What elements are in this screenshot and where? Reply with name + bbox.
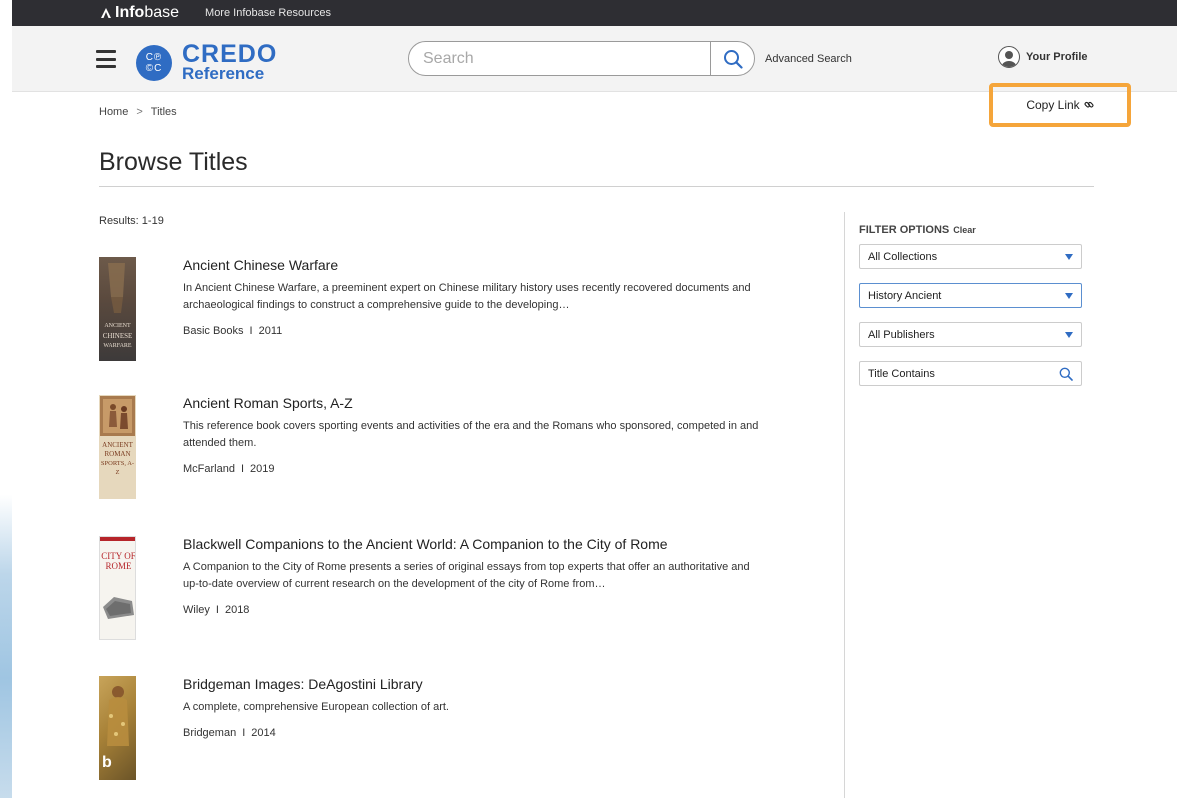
- infobase-brand-thin: base: [144, 4, 180, 21]
- item-meta: McFarland I 2019: [183, 463, 763, 475]
- dropdown-arrow-icon: [1065, 253, 1073, 260]
- filter-heading: FILTER OPTIONS Clear: [859, 224, 1082, 236]
- breadcrumb: Home > Titles: [99, 106, 177, 118]
- title-contains-input[interactable]: Title Contains: [859, 361, 1082, 386]
- item-meta: Bridgeman I 2014: [183, 727, 763, 739]
- publishers-select[interactable]: All Publishers: [859, 322, 1082, 347]
- item-title-link[interactable]: Bridgeman Images: DeAgostini Library: [183, 676, 763, 692]
- cover-text: WARFARE: [103, 343, 132, 349]
- filter-panel: FILTER OPTIONS Clear All Collections Hist…: [859, 224, 1082, 400]
- item-title-link[interactable]: Ancient Roman Sports, A-Z: [183, 395, 763, 411]
- results-count: Results: 1-19: [99, 215, 164, 227]
- credo-logo-icon: C℗ ©C: [136, 45, 172, 81]
- meta-separator: I: [242, 727, 246, 739]
- item-description: A Companion to the City of Rome presents…: [183, 561, 750, 590]
- dropdown-arrow-icon: [1065, 292, 1073, 299]
- item-publisher: McFarland: [183, 463, 235, 475]
- book-cover[interactable]: ANCIENT ROMAN SPORTS, A-Z: [99, 395, 136, 499]
- item-year: 2011: [258, 325, 283, 337]
- dropdown-arrow-icon: [1065, 331, 1073, 338]
- breadcrumb-current: Titles: [150, 106, 177, 118]
- item-description: In Ancient Chinese Warfare, a preeminent…: [183, 282, 751, 311]
- logo-line-2: Reference: [182, 64, 265, 83]
- subject-select[interactable]: History Ancient: [859, 283, 1082, 308]
- cover-text: SPORTS, A-Z: [100, 460, 135, 476]
- infobase-logo-icon: [101, 8, 111, 18]
- clear-filters-button[interactable]: Clear: [953, 225, 976, 235]
- menu-icon[interactable]: [96, 50, 116, 68]
- item-year: 2019: [250, 463, 275, 475]
- profile-button[interactable]: Your Profile: [998, 46, 1088, 68]
- infobase-topbar: Info base More Infobase Resources: [12, 0, 1177, 26]
- more-resources-link[interactable]: More Infobase Resources: [205, 7, 331, 19]
- search-box: [408, 41, 755, 76]
- infobase-logo[interactable]: Info base: [100, 4, 179, 22]
- meta-separator: I: [249, 325, 253, 337]
- book-cover[interactable]: ANCIENT CHINESE WARFARE: [99, 257, 136, 361]
- item-publisher: Wiley: [183, 604, 210, 616]
- subject-select-value: History Ancient: [868, 289, 942, 302]
- profile-label: Your Profile: [1026, 51, 1088, 63]
- infobase-brand-bold: Info: [115, 4, 145, 21]
- cover-text: CHINESE: [102, 332, 133, 340]
- cover-text: CITY OF: [101, 551, 136, 561]
- page-title: Browse Titles: [99, 148, 248, 176]
- desktop-background: [0, 0, 12, 798]
- cover-text: ROME: [105, 561, 132, 571]
- avatar-icon: [998, 46, 1020, 68]
- logo-line-1: CREDO: [182, 40, 278, 68]
- credo-logo[interactable]: C℗ ©C CREDO Reference: [136, 40, 278, 83]
- browser-page: Info base More Infobase Resources C℗ ©C CR…: [12, 0, 1177, 798]
- meta-separator: I: [215, 604, 219, 616]
- item-title-link[interactable]: Ancient Chinese Warfare: [183, 257, 763, 273]
- collections-select-value: All Collections: [868, 250, 938, 263]
- breadcrumb-home[interactable]: Home: [99, 106, 128, 118]
- item-title-link[interactable]: Blackwell Companions to the Ancient Worl…: [183, 536, 763, 552]
- collections-select[interactable]: All Collections: [859, 244, 1082, 269]
- title-divider: [99, 186, 1094, 187]
- copy-link-button[interactable]: Copy Link: [989, 83, 1131, 127]
- item-description: A complete, comprehensive European colle…: [183, 701, 449, 713]
- advanced-search-link[interactable]: Advanced Search: [765, 53, 852, 65]
- breadcrumb-separator: >: [136, 106, 143, 118]
- cover-text: b: [102, 754, 112, 771]
- book-cover[interactable]: CITY OF ROME: [99, 536, 136, 640]
- title-contains-placeholder: Title Contains: [868, 367, 935, 380]
- item-meta: Basic Books I 2011: [183, 325, 763, 337]
- sidebar-divider: [844, 212, 845, 798]
- copy-link-label: Copy Link: [1026, 98, 1080, 112]
- cover-text: ROMAN: [104, 450, 131, 458]
- publishers-select-value: All Publishers: [868, 328, 935, 341]
- search-icon: [723, 49, 743, 69]
- search-input[interactable]: [409, 49, 709, 68]
- filter-heading-label: FILTER OPTIONS: [859, 224, 950, 236]
- item-meta: Wiley I 2018: [183, 604, 763, 616]
- item-year: 2014: [251, 727, 276, 739]
- item-year: 2018: [224, 604, 250, 616]
- meta-separator: I: [240, 463, 245, 475]
- search-icon[interactable]: [1059, 367, 1073, 381]
- item-publisher: Basic Books: [183, 325, 244, 337]
- item-description: This reference book covers sporting even…: [183, 420, 759, 449]
- link-icon: [1084, 101, 1094, 108]
- book-cover[interactable]: b: [99, 676, 136, 780]
- cover-text: ANCIENT: [104, 323, 131, 329]
- cover-text: ANCIENT: [102, 441, 133, 449]
- item-publisher: Bridgeman: [183, 727, 237, 739]
- search-button[interactable]: [710, 42, 754, 75]
